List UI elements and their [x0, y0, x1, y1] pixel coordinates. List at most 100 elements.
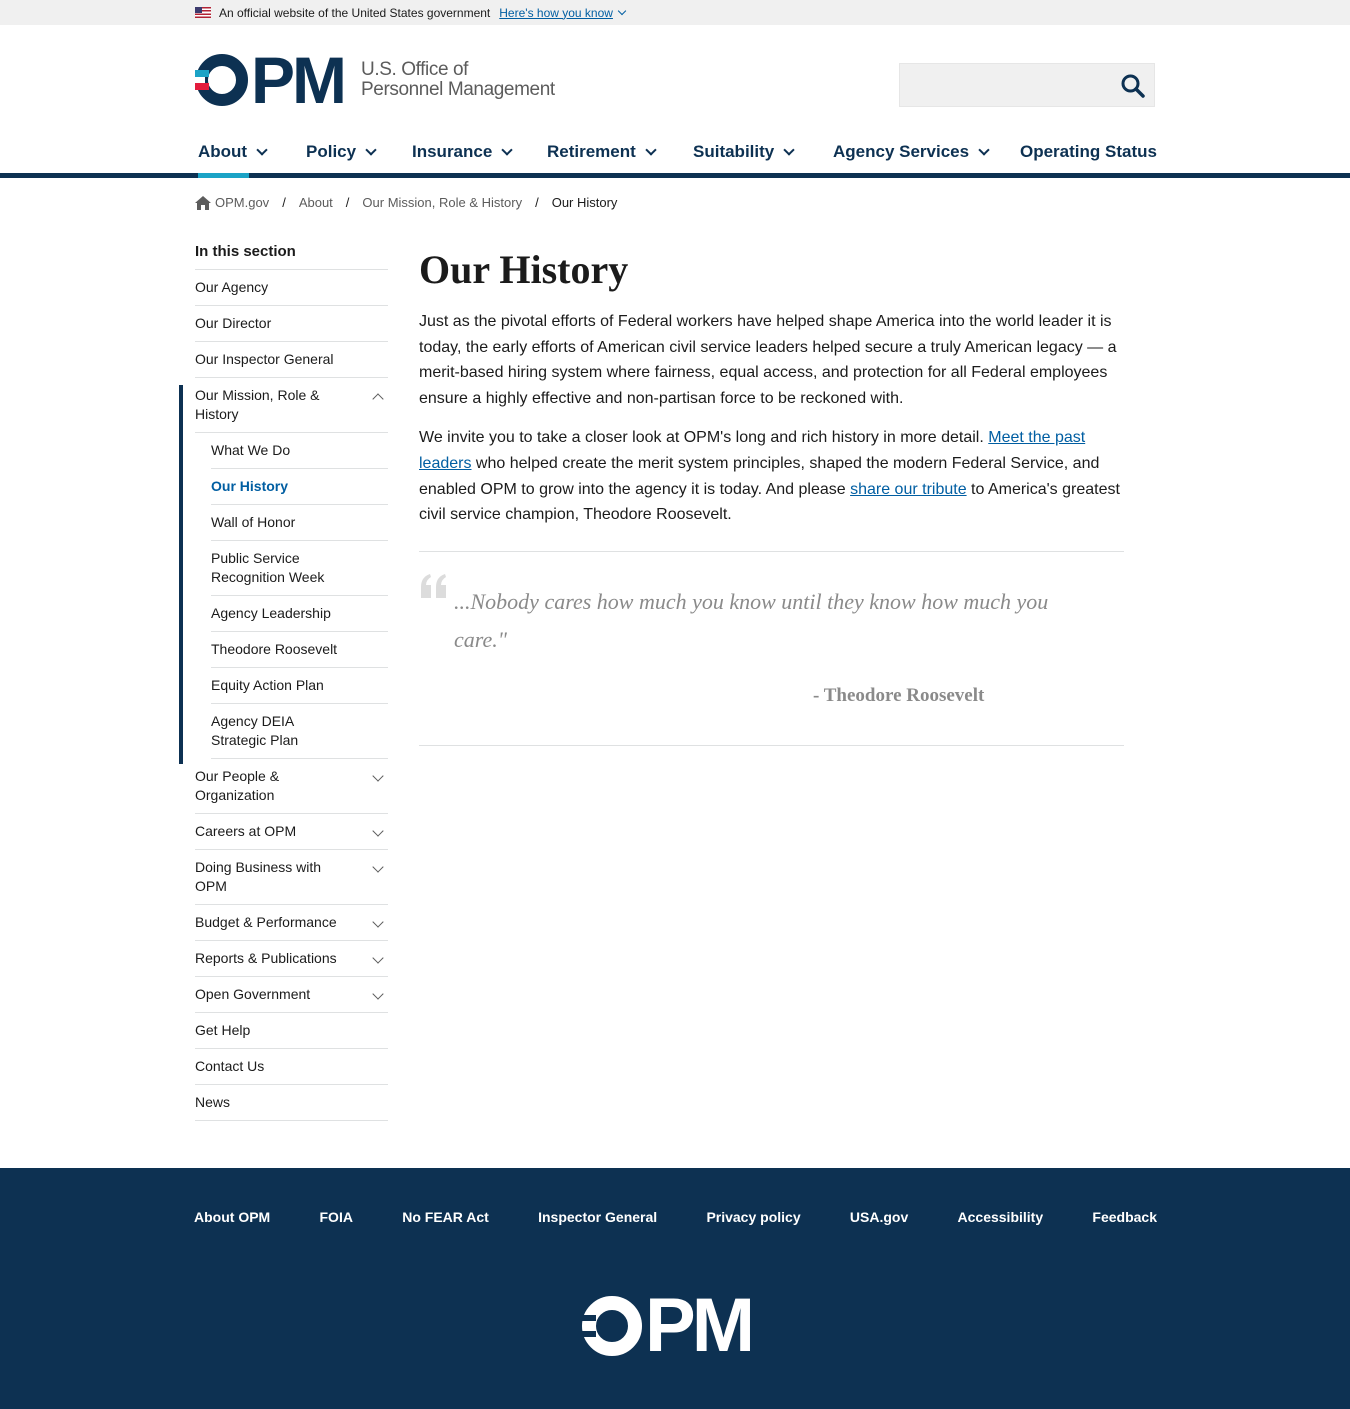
sidebar-item-our-director[interactable]: Our Director: [195, 306, 388, 342]
sidebar-item-label: Agency DEIA Strategic Plan: [211, 713, 299, 748]
quote-author: - Theodore Roosevelt: [813, 685, 985, 706]
share-our-tribute-link[interactable]: share our tribute: [850, 481, 967, 498]
intro-paragraph: Just as the pivotal efforts of Federal w…: [419, 313, 1117, 407]
nav-item-label: Retirement: [547, 142, 636, 161]
chevron-down-icon: [256, 143, 268, 156]
nav-item-label: Suitability: [693, 142, 775, 161]
chevron-down-icon[interactable]: [372, 825, 384, 837]
sidebar-item-contact-us[interactable]: Contact Us: [195, 1049, 388, 1085]
sidebar-item-get-help[interactable]: Get Help: [195, 1013, 388, 1049]
sidebar-item-label: Our Director: [195, 315, 272, 331]
footer-link-feedback[interactable]: Feedback: [1092, 1209, 1157, 1225]
breadcrumb-separator: /: [535, 195, 539, 210]
chevron-down-icon[interactable]: [372, 861, 384, 873]
sidebar-item-news[interactable]: News: [195, 1085, 388, 1121]
home-icon: [195, 195, 211, 210]
sidebar-item-label: Theodore Roosevelt: [211, 641, 338, 657]
opm-logo[interactable]: PM U.S. Office of Personnel Management: [195, 47, 555, 113]
footer-link-accessibility[interactable]: Accessibility: [958, 1209, 1044, 1225]
chevron-down-icon: [365, 143, 377, 156]
opm-o-emblem-icon: [195, 54, 248, 106]
sidebar-item-inspector-general[interactable]: Our Inspector General: [195, 342, 388, 378]
sidebar-item-doing-business[interactable]: Doing Business with OPM: [195, 850, 388, 905]
footer-link-privacy-policy[interactable]: Privacy policy: [706, 1209, 800, 1225]
sidebar-item-label: Our Agency: [195, 279, 269, 295]
nav-item-policy[interactable]: Policy: [306, 142, 377, 162]
nav-item-label: Operating Status: [1020, 142, 1157, 161]
sidebar-item-label: Our Mission, Role & History: [195, 387, 320, 422]
sidebar-item-careers[interactable]: Careers at OPM: [195, 814, 388, 850]
footer-logo-letters: PM: [645, 1283, 755, 1368]
sidebar-item-label: Our People & Organization: [195, 768, 280, 803]
heres-how-you-know-link[interactable]: Here's how you know: [499, 6, 613, 20]
sidebar-item-people-organization[interactable]: Our People & Organization: [195, 759, 388, 814]
pull-quote: ...Nobody cares how much you know until …: [419, 551, 1124, 746]
sidebar-subnav: What We Do Our History Wall of Honor Pub…: [195, 433, 388, 759]
nav-item-about[interactable]: About: [198, 142, 268, 162]
chevron-down-icon: [645, 143, 657, 156]
sidebar-item-label: Open Government: [195, 986, 311, 1002]
footer-link-inspector-general[interactable]: Inspector General: [538, 1209, 657, 1225]
breadcrumb-mission[interactable]: Our Mission, Role & History: [362, 195, 522, 210]
nav-item-agency-services[interactable]: Agency Services: [833, 142, 990, 162]
sidebar-item-label: Contact Us: [195, 1058, 265, 1074]
sidebar-item-label: Doing Business with OPM: [195, 859, 322, 894]
sidebar-subitem-public-service-recognition-week[interactable]: Public Service Recognition Week: [211, 541, 388, 596]
chevron-down-icon[interactable]: [372, 952, 384, 964]
sidebar-item-label: Our Inspector General: [195, 351, 334, 367]
nav-item-insurance[interactable]: Insurance: [412, 142, 513, 162]
sidebar-subitem-what-we-do[interactable]: What We Do: [211, 433, 388, 469]
logo-mark: PM: [195, 47, 347, 113]
nav-item-suitability[interactable]: Suitability: [693, 142, 795, 162]
gov-banner: An official website of the United States…: [0, 0, 1350, 25]
sidebar-item-label: Budget & Performance: [195, 914, 337, 930]
chevron-down-icon[interactable]: [372, 988, 384, 1000]
sidebar-subitem-theodore-roosevelt[interactable]: Theodore Roosevelt: [211, 632, 388, 668]
chevron-down-icon: [978, 143, 990, 156]
sidebar-item-label: Equity Action Plan: [211, 677, 324, 693]
sidebar-subitem-wall-of-honor[interactable]: Wall of Honor: [211, 505, 388, 541]
opm-o-emblem-icon: [581, 1296, 642, 1356]
sidebar-item-open-government[interactable]: Open Government: [195, 977, 388, 1013]
sidebar-item-label: Public Service Recognition Week: [211, 550, 325, 585]
chevron-down-icon[interactable]: [372, 770, 384, 782]
chevron-down-icon: [783, 143, 795, 156]
logo-title-line2: Personnel Management: [361, 79, 555, 100]
search-input[interactable]: [900, 64, 1110, 106]
breadcrumb-home[interactable]: OPM.gov: [215, 195, 269, 210]
footer-opm-logo[interactable]: PM: [581, 1283, 755, 1368]
sidebar-subitem-deia-strategic-plan[interactable]: Agency DEIA Strategic Plan: [211, 704, 388, 759]
sidebar-item-mission-role-history[interactable]: Our Mission, Role & History: [195, 378, 388, 433]
footer-link-no-fear-act[interactable]: No FEAR Act: [402, 1209, 489, 1225]
footer-link-about-opm[interactable]: About OPM: [194, 1209, 270, 1225]
footer-link-foia[interactable]: FOIA: [320, 1209, 353, 1225]
main-content: Our History Just as the pivotal efforts …: [419, 246, 1124, 746]
chevron-down-icon[interactable]: [617, 6, 627, 16]
sidebar-item-our-agency[interactable]: Our Agency: [195, 270, 388, 306]
chevron-down-icon[interactable]: [372, 916, 384, 928]
sidebar-subitem-agency-leadership[interactable]: Agency Leadership: [211, 596, 388, 632]
search-box: [899, 63, 1155, 107]
nav-active-indicator: [198, 173, 249, 178]
nav-item-retirement[interactable]: Retirement: [547, 142, 657, 162]
sidebar-item-budget-performance[interactable]: Budget & Performance: [195, 905, 388, 941]
search-icon[interactable]: [1120, 73, 1146, 99]
quote-text: ...Nobody cares how much you know until …: [454, 589, 1049, 652]
logo-title-line1: U.S. Office of: [361, 59, 469, 80]
sidebar-item-label: Reports & Publications: [195, 950, 337, 966]
sidebar-nav: In this section Our Agency Our Director …: [195, 243, 388, 1121]
paragraph-text: We invite you to take a closer look at O…: [419, 429, 989, 447]
sidebar-item-reports-publications[interactable]: Reports & Publications: [195, 941, 388, 977]
breadcrumb-about[interactable]: About: [299, 195, 333, 210]
sidebar-subitem-equity-action-plan[interactable]: Equity Action Plan: [211, 668, 388, 704]
breadcrumb-separator: /: [282, 195, 286, 210]
chevron-down-icon: [501, 143, 513, 156]
chevron-up-icon[interactable]: [372, 393, 384, 405]
sidebar-subitem-our-history[interactable]: Our History: [211, 469, 388, 505]
breadcrumb-current: Our History: [551, 195, 618, 210]
footer-links: About OPM FOIA No FEAR Act Inspector Gen…: [194, 1209, 1157, 1225]
nav-item-operating-status[interactable]: Operating Status: [1020, 142, 1157, 162]
footer-link-usa-gov[interactable]: USA.gov: [850, 1209, 908, 1225]
sidebar-item-label: Careers at OPM: [195, 823, 297, 839]
invite-paragraph: We invite you to take a closer look at O…: [419, 425, 1124, 527]
